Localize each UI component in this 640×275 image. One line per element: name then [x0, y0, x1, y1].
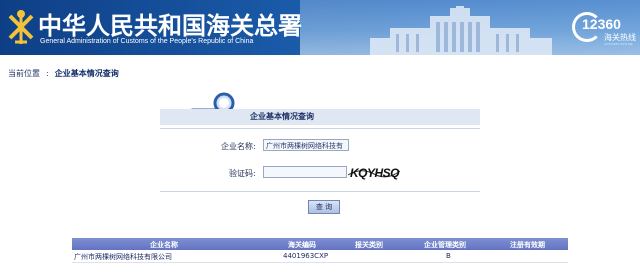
hotline-badge[interactable]: 12360 海关热线 CUSTOMS HOTLINE	[572, 8, 636, 48]
customs-building-illustration	[370, 6, 552, 55]
results-table-header	[72, 238, 568, 250]
panel-title-bar	[160, 109, 480, 125]
captcha-text: KQYHSQ	[350, 166, 400, 180]
result-row-divider	[72, 262, 568, 263]
hotline-sub: CUSTOMS HOTLINE	[604, 42, 633, 46]
company-name-label: 企业名称:	[221, 142, 256, 151]
site-title-en: General Administration of Customs of the…	[40, 38, 254, 45]
result-customs-code: 4401963CXP	[283, 252, 329, 260]
panel-divider-top	[160, 128, 480, 129]
captcha-label: 验证码:	[229, 169, 256, 178]
captcha-input[interactable]	[263, 166, 347, 178]
column-header-declare-type: 报关类别	[355, 241, 383, 249]
hotline-number: 12360	[582, 16, 621, 32]
breadcrumb-prefix: 当前位置	[8, 69, 40, 78]
result-company-name-link[interactable]: 广州市两棵树网络科技有限公司	[74, 252, 172, 262]
query-button[interactable]: 查 询	[308, 200, 340, 214]
column-header-name: 企业名称	[150, 241, 178, 249]
customs-emblem-icon	[8, 10, 34, 44]
column-header-valid-until: 注册有效期	[510, 241, 545, 249]
panel-title: 企业基本情况查询	[250, 112, 314, 121]
result-mgmt-class: B	[446, 252, 451, 260]
company-name-input[interactable]: 广州市两棵树网络科技有	[263, 139, 349, 151]
column-header-mgmt-class: 企业管理类别	[424, 241, 466, 249]
breadcrumb-separator: :	[46, 69, 49, 78]
breadcrumb: 当前位置: 企业基本情况查询	[8, 68, 119, 79]
breadcrumb-current[interactable]: 企业基本情况查询	[55, 69, 119, 78]
column-header-code: 海关编码	[288, 241, 316, 249]
header-banner: 中华人民共和国海关总署 General Administration of Cu…	[0, 0, 640, 55]
site-title-cn: 中华人民共和国海关总署	[38, 12, 302, 40]
captcha-image[interactable]: KQYHSQ	[348, 165, 400, 181]
panel-divider-bottom	[160, 191, 480, 192]
